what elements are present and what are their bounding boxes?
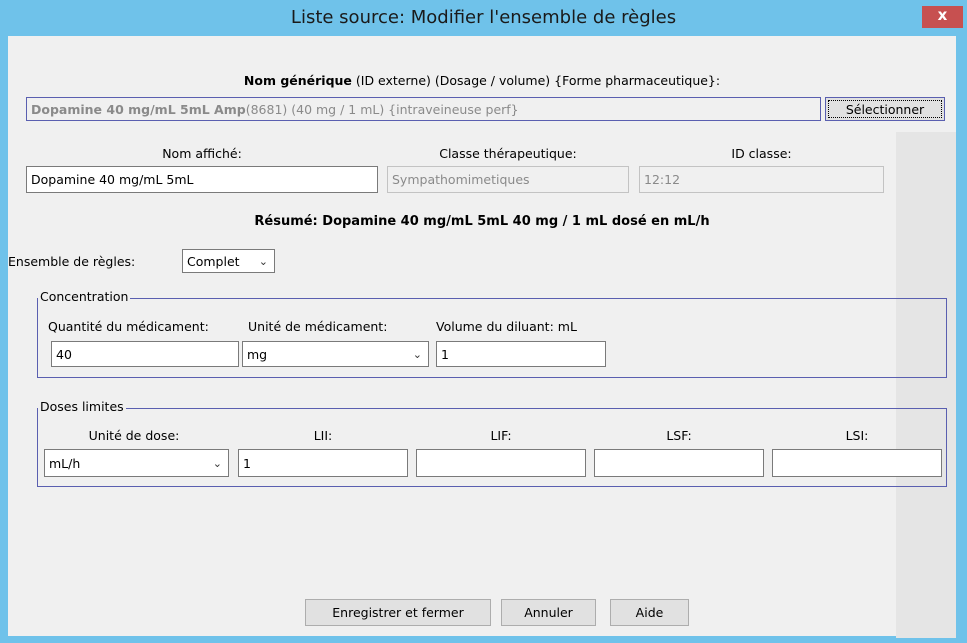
select-button[interactable]: Sélectionner: [825, 97, 945, 121]
lii-value: 1: [243, 455, 251, 471]
therapeutic-class-value: Sympathomimetiques: [392, 172, 530, 187]
lif-label: LIF:: [490, 428, 512, 443]
lsf-label: LSF:: [666, 428, 692, 443]
generic-name-header: Nom générique (ID externe) (Dosage / vol…: [8, 73, 956, 88]
drug-unit-label: Unité de médicament:: [248, 319, 388, 334]
drug-quantity-input[interactable]: 40: [51, 341, 239, 367]
class-id-field[interactable]: 12:12: [639, 166, 884, 193]
display-name-value: Dopamine 40 mg/mL 5mL: [31, 172, 194, 187]
drug-unit-value: mg: [247, 346, 268, 362]
display-name-label: Nom affiché:: [162, 146, 242, 161]
lsf-input[interactable]: [594, 449, 764, 477]
save-and-close-button[interactable]: Enregistrer et fermer: [305, 599, 491, 626]
title-bar[interactable]: Liste source: Modifier l'ensemble de règ…: [0, 0, 967, 36]
therapeutic-class-field[interactable]: Sympathomimetiques: [387, 166, 629, 193]
chevron-down-icon: ⌄: [412, 347, 422, 361]
generic-name-field[interactable]: Dopamine 40 mg/mL 5mL Amp (8681) (40 mg …: [26, 97, 821, 121]
help-label: Aide: [635, 605, 664, 620]
concentration-legend: Concentration: [38, 289, 131, 304]
window-title: Liste source: Modifier l'ensemble de règ…: [290, 7, 677, 28]
dose-unit-value: mL/h: [49, 455, 81, 471]
generic-name-value-rest: (8681) (40 mg / 1 mL) {intraveineuse per…: [245, 101, 519, 117]
diluent-volume-label: Volume du diluant: mL: [436, 319, 577, 334]
dialog-body: Nom générique (ID externe) (Dosage / vol…: [8, 36, 956, 638]
help-button[interactable]: Aide: [610, 599, 689, 626]
therapeutic-class-label: Classe thérapeutique:: [439, 146, 577, 161]
generic-name-value-bold: Dopamine 40 mg/mL 5mL Amp: [31, 101, 246, 117]
class-id-label: ID classe:: [731, 146, 792, 161]
ruleset-label: Ensemble de règles:: [8, 254, 136, 269]
save-and-close-label: Enregistrer et fermer: [332, 605, 464, 620]
dose-unit-select[interactable]: mL/h ⌄: [44, 449, 229, 477]
display-name-input[interactable]: Dopamine 40 mg/mL 5mL: [26, 166, 378, 193]
drug-quantity-label: Quantité du médicament:: [48, 319, 209, 334]
ruleset-select[interactable]: Complet ⌄: [182, 249, 275, 273]
generic-name-header-bold: Nom générique: [243, 73, 352, 88]
select-button-label: Sélectionner: [845, 101, 925, 117]
class-id-value: 12:12: [644, 172, 681, 187]
lii-input[interactable]: 1: [238, 449, 408, 477]
close-icon: x: [937, 6, 948, 24]
side-panel: [896, 132, 956, 638]
dose-limits-legend: Doses limites: [38, 399, 126, 414]
lsi-label: LSI:: [845, 428, 869, 443]
lif-input[interactable]: [416, 449, 586, 477]
chevron-down-icon: ⌄: [212, 456, 222, 470]
cancel-button[interactable]: Annuler: [501, 599, 596, 626]
drug-unit-select[interactable]: mg ⌄: [242, 341, 429, 367]
close-button[interactable]: x: [922, 6, 963, 28]
dialog-window: Liste source: Modifier l'ensemble de règ…: [0, 0, 967, 643]
chevron-down-icon: ⌄: [258, 254, 268, 268]
cancel-label: Annuler: [524, 605, 573, 620]
ruleset-value: Complet: [187, 253, 240, 269]
drug-quantity-value: 40: [56, 346, 72, 362]
diluent-volume-value: 1: [441, 346, 449, 362]
lsi-input[interactable]: [772, 449, 942, 477]
lii-label: LII:: [313, 428, 333, 443]
dose-unit-label: Unité de dose:: [88, 428, 180, 443]
diluent-volume-input[interactable]: 1: [436, 341, 606, 367]
summary-text: Résumé: Dopamine 40 mg/mL 5mL 40 mg / 1 …: [254, 214, 710, 229]
generic-name-header-rest: (ID externe) (Dosage / volume) {Forme ph…: [351, 73, 721, 88]
